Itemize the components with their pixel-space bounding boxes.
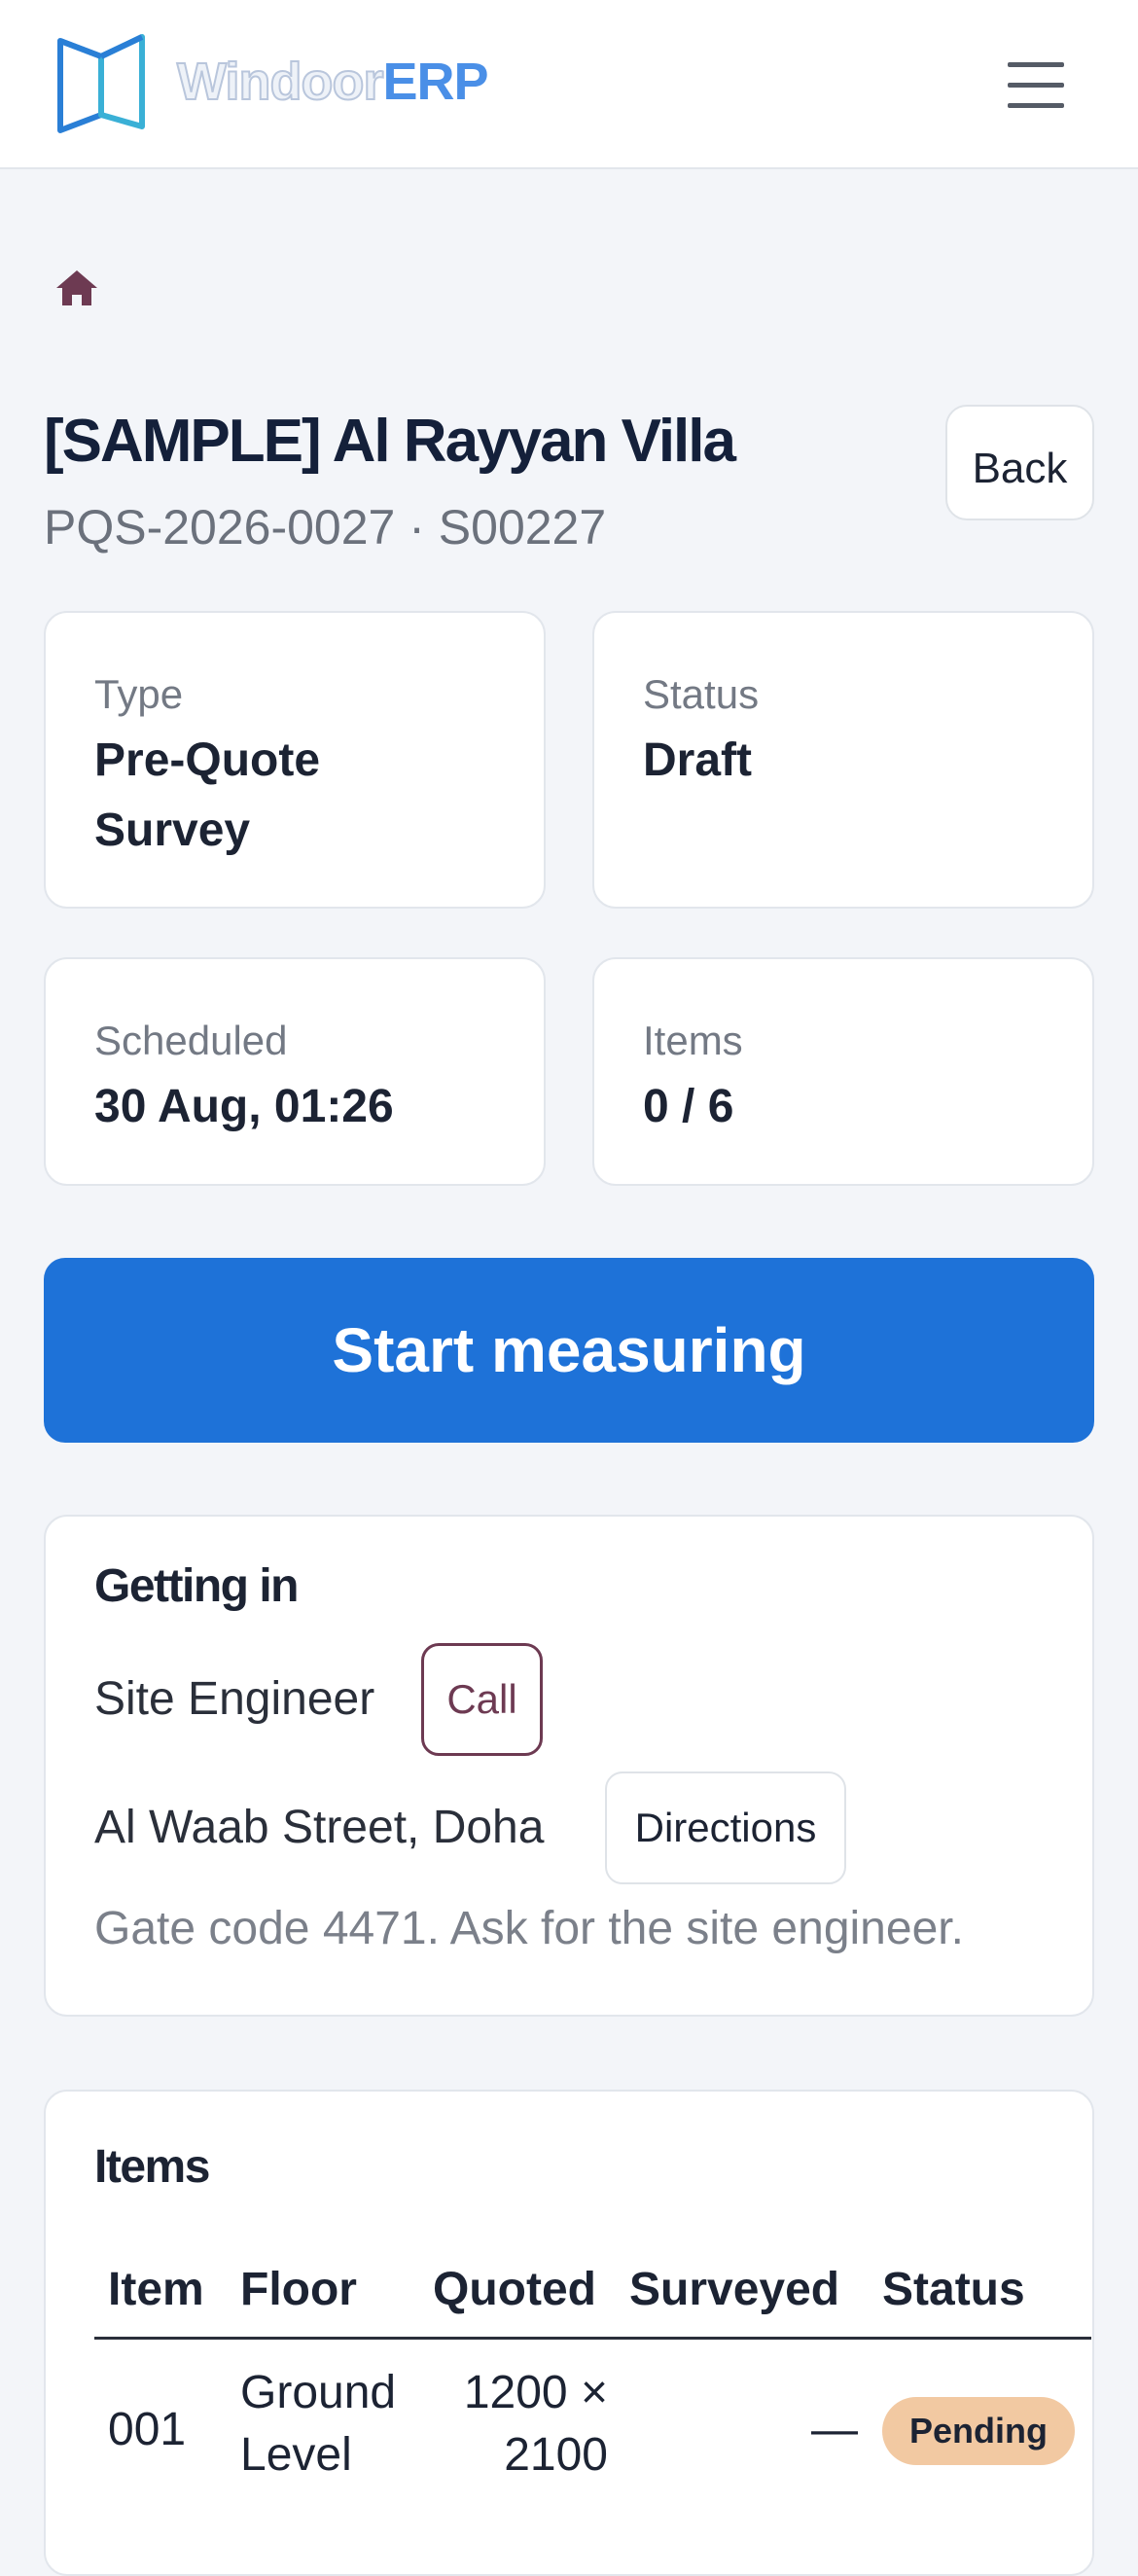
stat-value: Pre-Quote Survey [94,734,321,856]
stat-value: Draft [643,734,753,786]
stat-label: Type [94,671,184,717]
section-title: Getting in [94,1560,299,1612]
column-header-status: Status [882,2264,1025,2315]
stat-card-items: Items 0 / 6 [592,957,1094,1186]
brand-logo-accent: ERP [382,53,488,111]
table-divider [94,2337,1091,2340]
site-address: Al Waab Street, Doha [94,1802,545,1853]
status-badge: Pending [882,2397,1075,2465]
top-navbar: WindoorERP [0,0,1138,169]
survey-reference: PQS-2026-0027 · S00227 [44,500,607,555]
start-measuring-button[interactable]: Start measuring [44,1258,1094,1443]
cell-surveyed: — [811,2404,858,2455]
stat-value: 30 Aug, 01:26 [94,1081,394,1132]
stat-value: 0 / 6 [643,1081,734,1132]
stat-card-scheduled: Scheduled 30 Aug, 01:26 [44,957,546,1186]
home-icon[interactable] [54,268,99,307]
section-title: Items [94,2141,210,2193]
stat-label: Scheduled [94,1018,288,1063]
stat-label: Items [643,1018,743,1063]
call-button[interactable]: Call [421,1643,543,1756]
cell-floor: Ground Level [240,2367,397,2481]
access-card: Getting in Site Engineer Call Al Waab St… [44,1515,1094,2017]
hamburger-menu-icon[interactable] [1002,58,1070,111]
cell-item: 001 [108,2404,187,2455]
directions-button[interactable]: Directions [605,1771,846,1884]
stat-card-status: Status Draft [592,611,1094,909]
column-header-floor: Floor [240,2264,357,2315]
access-note: Gate code 4471. Ask for the site enginee… [94,1903,964,1954]
stat-card-type: Type Pre-Quote Survey [44,611,546,909]
column-header-item: Item [108,2264,204,2315]
brand-logo[interactable]: WindoorERP [176,51,489,113]
brand-logo-word: Windoor [176,52,384,112]
column-header-surveyed: Surveyed [629,2264,840,2315]
site-contact: Site Engineer [94,1673,375,1725]
back-button[interactable]: Back [945,405,1094,520]
stat-label: Status [643,671,760,717]
column-header-quoted: Quoted [433,2264,596,2315]
page-title: [SAMPLE] Al Rayyan Villa [44,408,736,475]
window-logo-icon [57,34,145,133]
cell-quoted: 1200 × 2100 [463,2367,608,2481]
items-card: Items Item Floor Quoted Surveyed Status … [44,2090,1094,2576]
